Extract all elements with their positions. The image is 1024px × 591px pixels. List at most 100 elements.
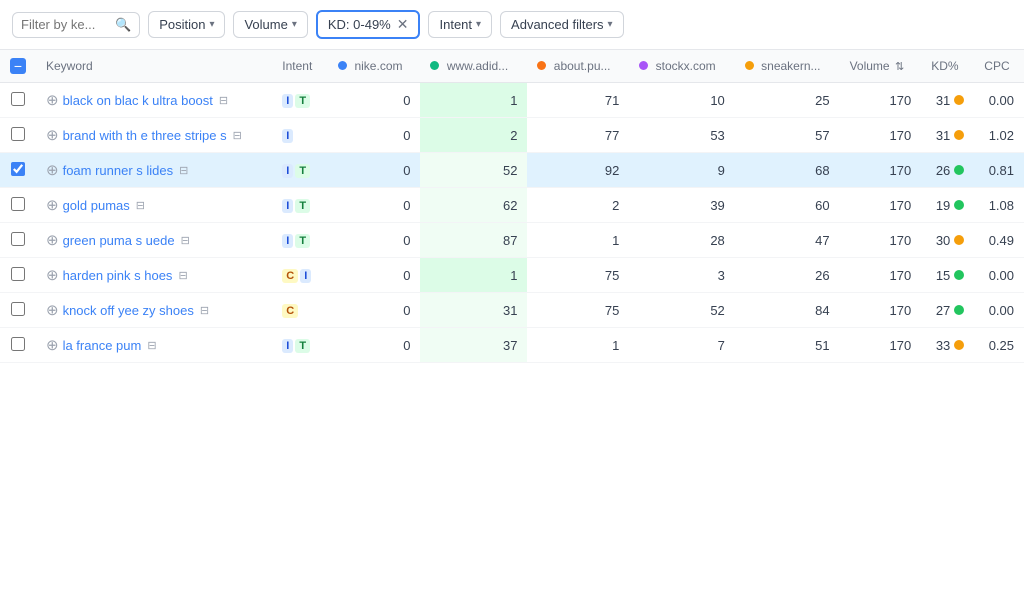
intent-cell: IT	[272, 223, 328, 258]
plus-icon: ⊕	[46, 231, 59, 249]
position-label: Position	[159, 17, 205, 32]
kd-filter-label: KD: 0-49%	[328, 17, 391, 32]
row-checkbox[interactable]	[11, 127, 25, 141]
row-checkbox-cell[interactable]	[0, 153, 36, 188]
keyword-cell[interactable]: ⊕ la france pum ⊟	[36, 328, 272, 363]
cpc-header: CPC	[974, 50, 1024, 83]
intent-badge: C	[282, 304, 298, 318]
row-checkbox[interactable]	[11, 302, 25, 316]
plus-icon: ⊕	[46, 266, 59, 284]
volume-cell: 170	[840, 223, 922, 258]
stockx-cell: 10	[629, 83, 734, 118]
keyword-cell[interactable]: ⊕ green puma s uede ⊟	[36, 223, 272, 258]
kd-header: KD%	[921, 50, 974, 83]
stockx-cell: 39	[629, 188, 734, 223]
kd-dot-icon	[954, 235, 964, 245]
stockx-dot	[639, 61, 648, 70]
kd-value: 31	[936, 93, 950, 108]
row-checkbox-cell[interactable]	[0, 188, 36, 223]
about-cell: 77	[527, 118, 629, 153]
filter-input-wrap[interactable]: 🔍	[12, 12, 140, 38]
intent-chevron-icon: ▾	[476, 19, 481, 30]
row-checkbox[interactable]	[11, 337, 25, 351]
about-cell: 71	[527, 83, 629, 118]
adidas-dot	[430, 61, 439, 70]
advanced-filters-dropdown[interactable]: Advanced filters ▾	[500, 11, 624, 38]
intent-dropdown[interactable]: Intent ▾	[428, 11, 492, 38]
adidas-header: www.adid...	[420, 50, 527, 83]
table-row: ⊕ harden pink s hoes ⊟CI0175326170150.00	[0, 258, 1024, 293]
keyword-text: gold pumas	[63, 198, 130, 213]
nike-cell: 0	[328, 153, 420, 188]
row-checkbox-cell[interactable]	[0, 223, 36, 258]
intent-badge: I	[282, 199, 293, 213]
kd-cell: 33	[921, 328, 974, 363]
keyword-cell[interactable]: ⊕ knock off yee zy shoes ⊟	[36, 293, 272, 328]
kd-value: 33	[936, 338, 950, 353]
row-checkbox-cell[interactable]	[0, 258, 36, 293]
cpc-cell: 0.00	[974, 293, 1024, 328]
kd-cell: 19	[921, 188, 974, 223]
deselect-all-button[interactable]: −	[10, 58, 26, 74]
plus-icon: ⊕	[46, 336, 59, 354]
keyword-text: green puma s uede	[63, 233, 175, 248]
volume-cell: 170	[840, 293, 922, 328]
keyword-text: la france pum	[63, 338, 142, 353]
cpc-cell: 1.02	[974, 118, 1024, 153]
kd-value: 27	[936, 303, 950, 318]
table-row: ⊕ black on blac k ultra boost ⊟IT0171102…	[0, 83, 1024, 118]
intent-cell: CI	[272, 258, 328, 293]
cpc-cell: 0.00	[974, 83, 1024, 118]
sneakers-cell: 84	[735, 293, 840, 328]
adidas-cell: 62	[420, 188, 527, 223]
kd-dot-icon	[954, 165, 964, 175]
about-cell: 75	[527, 258, 629, 293]
plus-icon: ⊕	[46, 91, 59, 109]
sneakers-cell: 25	[735, 83, 840, 118]
sneakers-cell: 60	[735, 188, 840, 223]
keyword-text: harden pink s hoes	[63, 268, 173, 283]
sneakers-cell: 47	[735, 223, 840, 258]
db-icon: ⊟	[181, 234, 190, 247]
row-checkbox[interactable]	[11, 267, 25, 281]
row-checkbox[interactable]	[11, 197, 25, 211]
kd-filter-close-icon[interactable]: ✕	[397, 16, 409, 33]
select-all-header[interactable]: −	[0, 50, 36, 83]
kd-filter[interactable]: KD: 0-49% ✕	[316, 10, 421, 39]
keyword-cell[interactable]: ⊕ harden pink s hoes ⊟	[36, 258, 272, 293]
volume-dropdown[interactable]: Volume ▾	[233, 11, 307, 38]
sneakers-cell: 51	[735, 328, 840, 363]
keyword-text: knock off yee zy shoes	[63, 303, 194, 318]
row-checkbox[interactable]	[11, 162, 25, 176]
db-icon: ⊟	[178, 269, 187, 282]
kd-cell: 27	[921, 293, 974, 328]
adidas-cell: 87	[420, 223, 527, 258]
table-row: ⊕ brand with th e three stripe s ⊟I02775…	[0, 118, 1024, 153]
keyword-cell[interactable]: ⊕ brand with th e three stripe s ⊟	[36, 118, 272, 153]
row-checkbox-cell[interactable]	[0, 293, 36, 328]
intent-badge: T	[295, 164, 310, 178]
adidas-cell: 52	[420, 153, 527, 188]
row-checkbox-cell[interactable]	[0, 328, 36, 363]
keyword-cell[interactable]: ⊕ gold pumas ⊟	[36, 188, 272, 223]
stockx-cell: 52	[629, 293, 734, 328]
row-checkbox-cell[interactable]	[0, 118, 36, 153]
intent-badge: T	[295, 199, 310, 213]
keyword-cell[interactable]: ⊕ foam runner s lides ⊟	[36, 153, 272, 188]
intent-cell: IT	[272, 328, 328, 363]
adidas-cell: 2	[420, 118, 527, 153]
volume-header[interactable]: Volume ⇅	[840, 50, 922, 83]
position-dropdown[interactable]: Position ▾	[148, 11, 225, 38]
filter-input[interactable]	[21, 17, 111, 32]
search-button[interactable]: 🔍	[115, 17, 131, 33]
table-row: ⊕ gold pumas ⊟IT06223960170191.08	[0, 188, 1024, 223]
table-body: ⊕ black on blac k ultra boost ⊟IT0171102…	[0, 83, 1024, 363]
row-checkbox[interactable]	[11, 232, 25, 246]
stockx-cell: 3	[629, 258, 734, 293]
about-header: about.pu...	[527, 50, 629, 83]
cpc-cell: 0.81	[974, 153, 1024, 188]
row-checkbox[interactable]	[11, 92, 25, 106]
keyword-cell[interactable]: ⊕ black on blac k ultra boost ⊟	[36, 83, 272, 118]
intent-cell: IT	[272, 188, 328, 223]
row-checkbox-cell[interactable]	[0, 83, 36, 118]
